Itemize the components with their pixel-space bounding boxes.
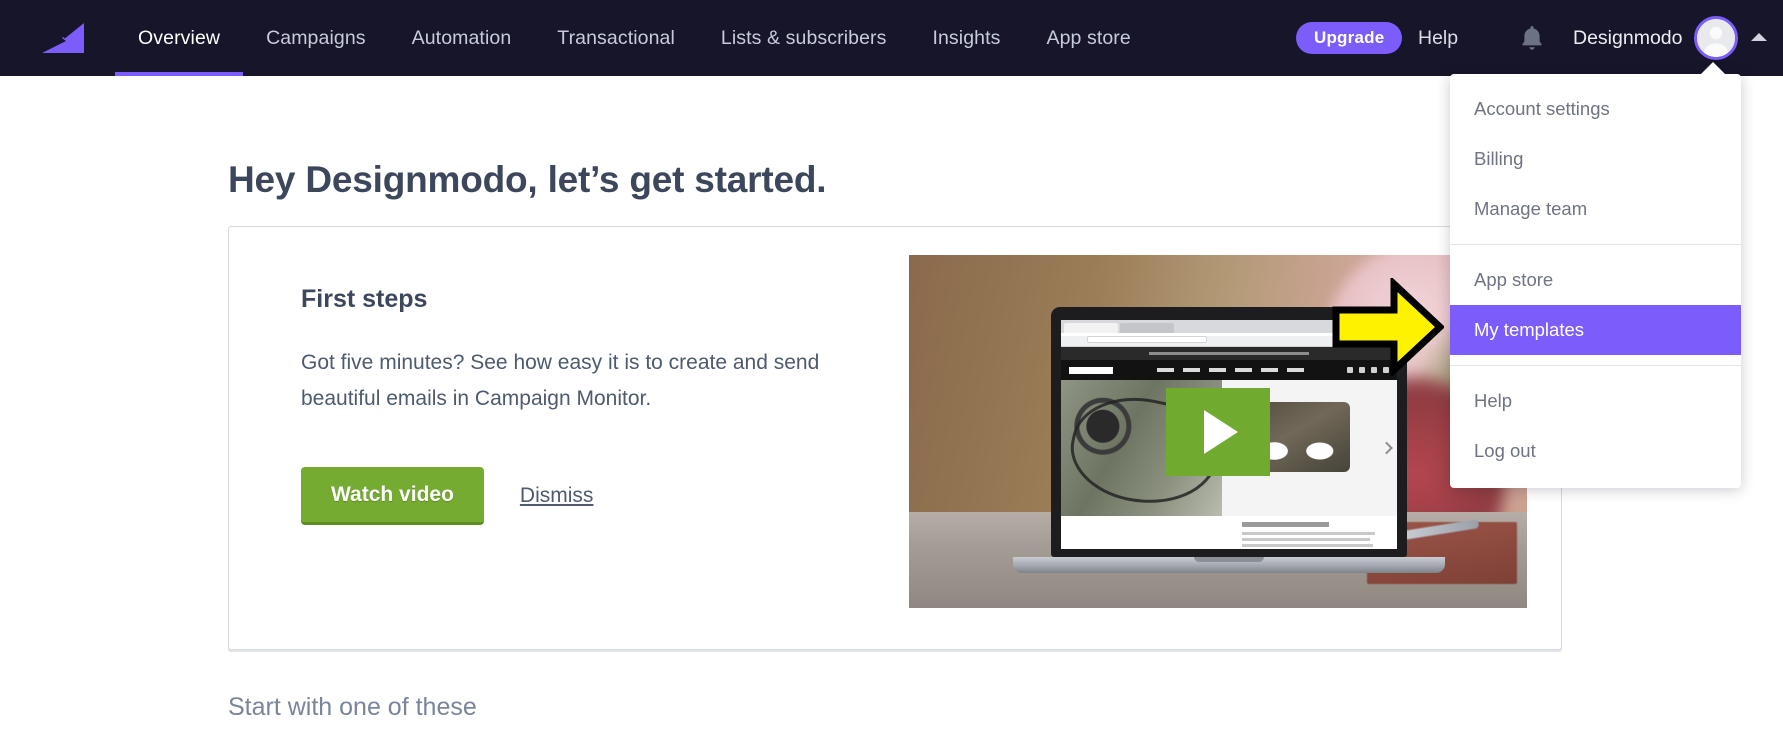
- menu-item-manage-team[interactable]: Manage team: [1450, 184, 1741, 234]
- help-label: Help: [1418, 26, 1459, 49]
- play-video-button[interactable]: [1166, 387, 1270, 476]
- help-link[interactable]: Help: [1418, 0, 1458, 76]
- card-body-text: Got five minutes? See how easy it is to …: [301, 351, 820, 410]
- menu-item-label: Manage team: [1474, 198, 1588, 219]
- menu-item-label: Help: [1474, 390, 1513, 411]
- account-dropdown-menu: Account settings Billing Manage team App…: [1450, 74, 1741, 488]
- primary-nav: Overview Campaigns Automation Transactio…: [115, 0, 1154, 76]
- play-button-icon: [1204, 409, 1238, 454]
- nav-item-insights[interactable]: Insights: [909, 0, 1023, 76]
- menu-item-billing[interactable]: Billing: [1450, 134, 1741, 184]
- menu-divider: [1450, 244, 1741, 245]
- nav-item-lists-subscribers[interactable]: Lists & subscribers: [698, 0, 910, 76]
- nav-item-overview[interactable]: Overview: [115, 0, 244, 76]
- menu-item-label: Account settings: [1474, 98, 1610, 119]
- nav-label: Transactional: [557, 26, 675, 49]
- menu-item-help[interactable]: Help: [1450, 376, 1741, 426]
- notifications-button[interactable]: [1512, 0, 1552, 76]
- card-actions: Watch video Dismiss: [301, 467, 593, 525]
- card-heading: First steps: [301, 285, 428, 313]
- menu-item-label: My templates: [1474, 319, 1585, 340]
- account-name-label[interactable]: Designmodo: [1573, 0, 1682, 76]
- hero-next-chevron-icon: [1380, 441, 1393, 455]
- laptop-base: [1013, 557, 1445, 573]
- dismiss-link[interactable]: Dismiss: [520, 484, 594, 508]
- yellow-right-arrow-icon: [1332, 278, 1444, 376]
- menu-item-label: App store: [1474, 269, 1554, 290]
- nav-label: Overview: [138, 26, 221, 49]
- nav-label: Insights: [932, 26, 1001, 49]
- account-name-text: Designmodo: [1573, 26, 1683, 49]
- avatar[interactable]: [1694, 16, 1738, 60]
- dropdown-pointer-icon: [1700, 62, 1726, 75]
- converse-logo-icon: [1069, 366, 1113, 374]
- nav-label: App store: [1046, 26, 1131, 49]
- nav-item-app-store[interactable]: App store: [1023, 0, 1153, 76]
- account-menu-caret-icon[interactable]: [1751, 33, 1767, 41]
- site-hero-copy: [1061, 516, 1397, 549]
- menu-item-account-settings[interactable]: Account settings: [1450, 84, 1741, 134]
- menu-item-label: Billing: [1474, 148, 1524, 169]
- watch-video-button[interactable]: Watch video: [301, 467, 484, 525]
- app-logo[interactable]: [40, 0, 86, 76]
- first-steps-copy: First steps Got five minutes? See how ea…: [301, 285, 901, 417]
- nav-label: Campaigns: [266, 26, 366, 49]
- menu-item-my-templates[interactable]: My templates: [1450, 305, 1741, 355]
- site-nav-links: [1157, 368, 1304, 372]
- menu-item-label: Log out: [1474, 440, 1536, 461]
- nav-item-transactional[interactable]: Transactional: [534, 0, 698, 76]
- upgrade-button[interactable]: Upgrade: [1296, 22, 1403, 54]
- browser-tab: [1064, 323, 1118, 333]
- browser-tab: [1120, 323, 1174, 333]
- nav-label: Automation: [411, 26, 512, 49]
- nav-item-automation[interactable]: Automation: [389, 0, 535, 76]
- user-avatar-icon: [1697, 19, 1735, 57]
- menu-item-log-out[interactable]: Log out: [1450, 426, 1741, 476]
- section-heading-start-with-one-of-these: Start with one of these: [228, 693, 477, 721]
- bell-icon: [1522, 26, 1542, 50]
- page-title: Hey Designmodo, let’s get started.: [228, 159, 827, 200]
- envelope-logo-icon: [42, 23, 84, 53]
- top-navigation-bar: Overview Campaigns Automation Transactio…: [0, 0, 1783, 76]
- nav-item-campaigns[interactable]: Campaigns: [243, 0, 389, 76]
- nav-label: Lists & subscribers: [720, 26, 887, 49]
- menu-divider: [1450, 365, 1741, 366]
- menu-item-app-store[interactable]: App store: [1450, 255, 1741, 305]
